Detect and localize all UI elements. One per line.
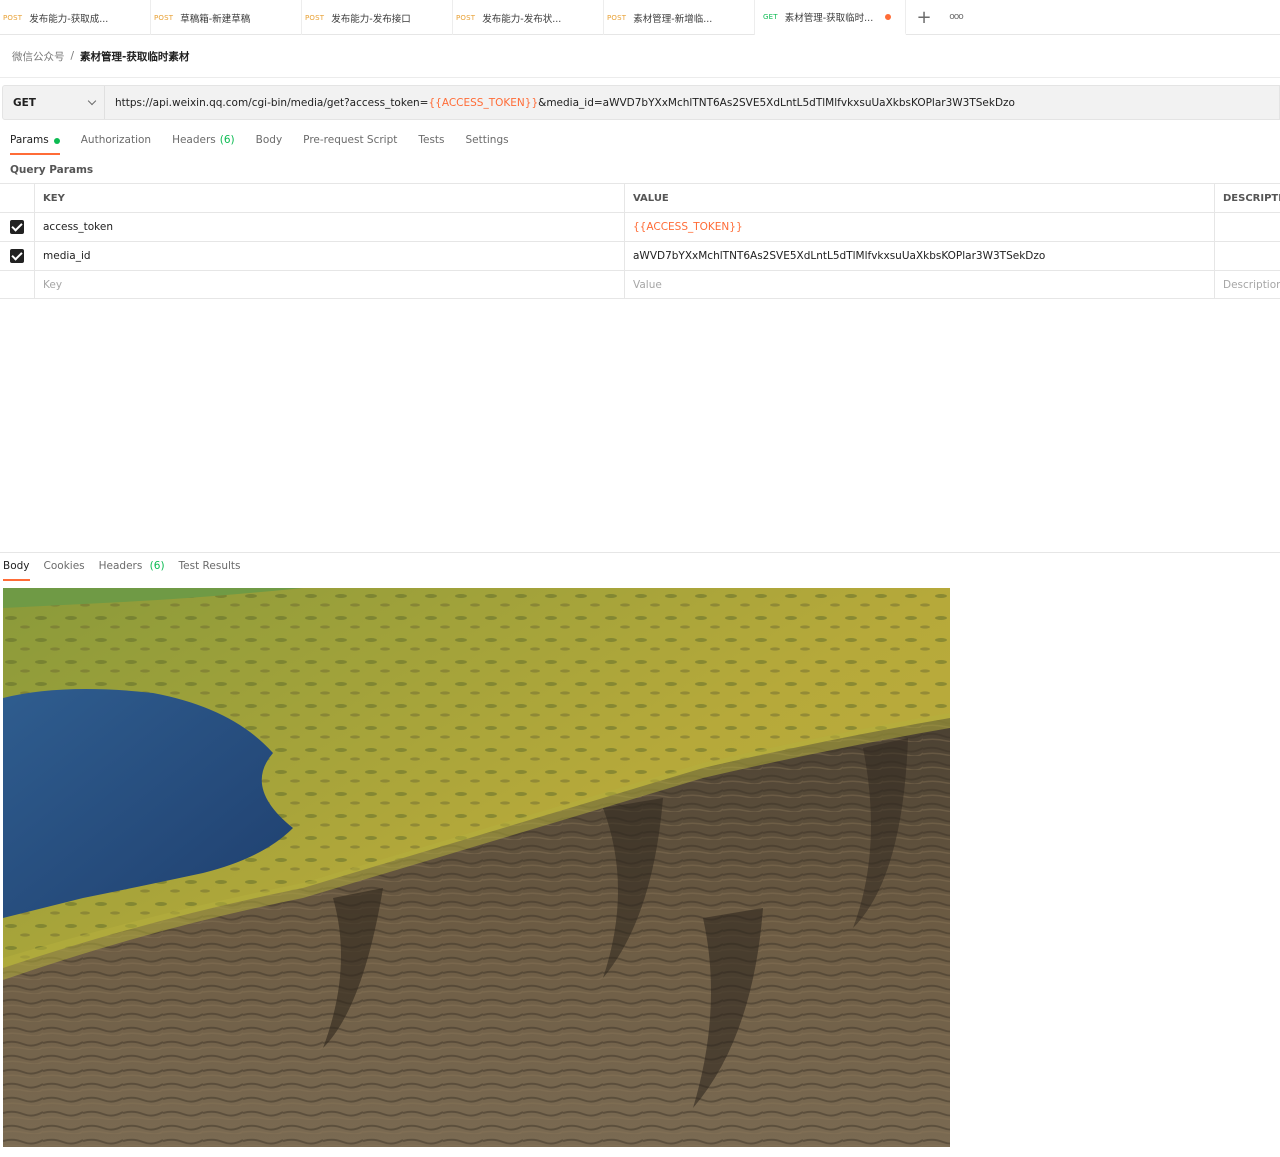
request-tab-bar: POST 发布能力-获取成... POST 草稿箱-新建草稿 POST 发布能力… [0,0,1280,35]
request-tab-4[interactable]: POST 发布能力-发布状... [453,0,604,35]
tab-settings[interactable]: Settings [466,134,509,154]
header-check-cell [0,184,35,212]
param-description[interactable] [1215,213,1280,241]
column-header-value: VALUE [625,184,1215,212]
param-description[interactable] [1215,242,1280,270]
url-input[interactable]: https://api.weixin.qq.com/cgi-bin/media/… [105,97,1015,109]
query-params-table: KEY VALUE DESCRIPTIO access_token {{ACCE… [0,183,1280,299]
breadcrumb-collection[interactable]: 微信公众号 [12,49,65,64]
url-variable: {{ACCESS_TOKEN}} [428,96,539,109]
table-row: access_token {{ACCESS_TOKEN}} [0,212,1280,241]
tab-method-badge: POST [456,13,476,22]
response-tabs: Body Cookies Headers (6) Test Results [3,560,254,581]
tab-title: 发布能力-发布状... [482,13,562,25]
tab-headers-label: Headers [172,134,216,146]
tab-body[interactable]: Body [256,134,283,154]
method-value: GET [13,96,36,109]
unsaved-dot-icon [885,13,892,20]
headers-count: (6) [219,134,235,146]
response-tab-test-results[interactable]: Test Results [179,560,241,580]
url-suffix: &media_id=aWVD7bYXxMchlTNT6As2SVE5XdLntL… [538,96,1015,109]
tab-prerequest-script[interactable]: Pre-request Script [303,134,397,154]
tab-title: 发布能力-获取成... [29,13,109,25]
params-active-dot-icon [53,138,60,144]
row-check-cell [0,271,35,298]
request-tab-1[interactable]: POST 发布能力-获取成... [0,0,151,35]
row-check-cell [0,242,35,270]
response-tab-headers[interactable]: Headers (6) [99,560,165,580]
param-value[interactable]: aWVD7bYXxMchlTNT6As2SVE5XdLntL5dTlMlfvkx… [625,242,1215,270]
column-header-description: DESCRIPTIO [1223,192,1280,204]
tab-params[interactable]: Params [10,134,60,155]
tab-headers[interactable]: Headers (6) [172,134,235,154]
tab-method-badge: POST [607,13,627,22]
tab-tests[interactable]: Tests [418,134,444,154]
url-prefix: https://api.weixin.qq.com/cgi-bin/media/… [115,96,429,109]
request-tabs: Params Authorization Headers (6) Body Pr… [10,134,530,155]
request-name[interactable]: 素材管理-获取临时素材 [80,49,189,64]
tab-method-badge: POST [154,13,174,22]
response-headers-count: (6) [149,560,165,572]
tab-title: 素材管理-新增临... [633,13,713,25]
tab-title: 草稿箱-新建草稿 [180,13,251,25]
request-tab-5[interactable]: POST 素材管理-新增临... [604,0,755,35]
response-headers-label: Headers [98,560,143,572]
response-image-preview [3,588,950,1147]
new-description-input[interactable]: Description [1215,271,1280,298]
column-header-key: KEY [35,184,625,212]
tab-title: 素材管理-获取临时... [784,12,874,24]
response-divider[interactable] [0,552,1280,553]
tab-method-badge: POST [3,13,23,22]
tab-title: 发布能力-发布接口 [331,13,411,25]
new-value-input[interactable]: Value [625,271,1215,298]
tab-params-label: Params [10,134,49,146]
request-tab-active[interactable]: GET 素材管理-获取临时... [755,0,906,35]
tab-authorization[interactable]: Authorization [81,134,151,154]
chevron-down-icon [87,96,97,106]
table-header-row: KEY VALUE DESCRIPTIO [0,183,1280,212]
row-check-cell [0,213,35,241]
new-tab-button[interactable]: + [906,0,942,34]
tab-method-badge: GET [763,12,778,21]
cliff-landscape-image [3,588,950,1147]
url-bar: GET https://api.weixin.qq.com/cgi-bin/me… [2,85,1280,120]
request-tab-3[interactable]: POST 发布能力-发布接口 [302,0,453,35]
param-enabled-checkbox[interactable] [10,220,24,234]
query-params-title: Query Params [10,164,94,176]
param-enabled-checkbox[interactable] [10,249,24,263]
more-tabs-icon[interactable]: ooo [942,0,970,34]
tab-method-badge: POST [305,13,325,22]
param-key[interactable]: media_id [35,242,625,270]
divider [0,77,1280,78]
param-key[interactable]: access_token [35,213,625,241]
method-select[interactable]: GET [3,86,105,119]
table-row: media_id aWVD7bYXxMchlTNT6As2SVE5XdLntL5… [0,241,1280,270]
breadcrumb-separator: / [70,50,75,62]
breadcrumb: 微信公众号 / 素材管理-获取临时素材 [12,49,189,63]
request-tab-2[interactable]: POST 草稿箱-新建草稿 [151,0,302,35]
response-tab-body[interactable]: Body [3,560,30,581]
new-key-input[interactable]: Key [35,271,625,298]
table-row-new: Key Value Description [0,270,1280,299]
response-tab-cookies[interactable]: Cookies [44,560,85,580]
param-value[interactable]: {{ACCESS_TOKEN}} [625,213,1215,241]
